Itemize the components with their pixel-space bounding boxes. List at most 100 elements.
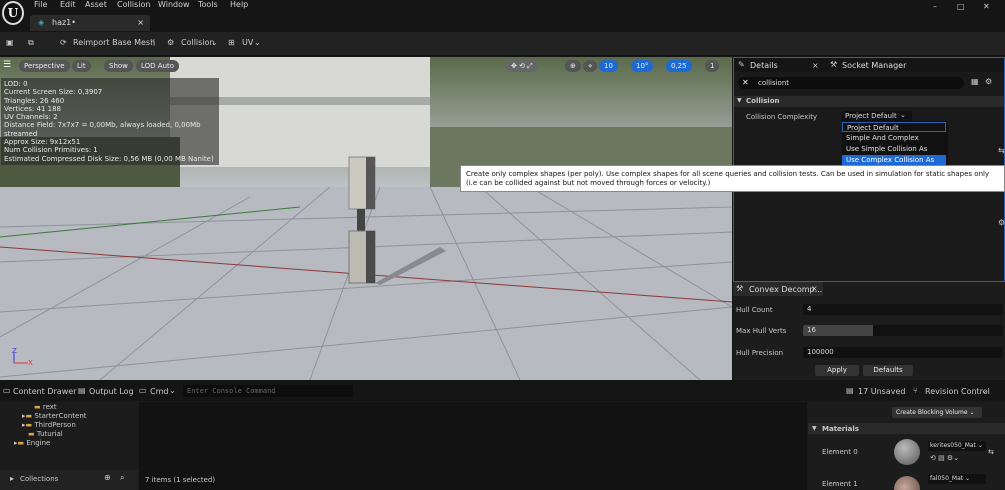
output-log-button[interactable]: Output Log [89, 387, 134, 396]
search-icon[interactable]: ⌕ [120, 473, 124, 483]
option-simple-as-complex[interactable]: Use Simple Collision As Complex [842, 144, 946, 163]
save-icon[interactable]: ▣ [6, 38, 14, 47]
menu-bar: File Edit Asset Collision Window Tools H… [0, 0, 1005, 14]
collections-bar[interactable]: ▸ Collections ⊕ ⌕ [0, 470, 138, 490]
section-title: Collision [746, 97, 780, 105]
max-hull-verts-slider[interactable]: 16 [803, 325, 1003, 336]
stat-line: Current Screen Size: 0,3907 [4, 88, 103, 97]
unsaved-button[interactable]: 17 Unsaved [858, 387, 905, 396]
show-button[interactable]: Show [104, 60, 133, 72]
menu-window[interactable]: Window [158, 0, 190, 9]
clear-search-icon[interactable]: ✕ [742, 78, 749, 87]
details-icon: ✎ [738, 60, 745, 69]
maximize-button[interactable]: □ [957, 2, 965, 11]
chevron-down-icon: ⌄ [211, 38, 218, 47]
settings-gear-icon[interactable]: ⚙ [998, 218, 1005, 227]
settings-gear-icon[interactable]: ⚙ [985, 77, 992, 86]
material-tools-icon[interactable]: ⟲ ▤ ⚙⌄ [930, 454, 959, 462]
details-search-input[interactable]: ✕ collisiont [738, 77, 964, 89]
reimport-button[interactable]: Reimport Base Mesh [73, 38, 155, 47]
material-name: kerites050_Mat [930, 442, 976, 449]
tab-details[interactable]: Details [750, 61, 778, 70]
convex-tab[interactable]: ⚒ Convex Decomp... × [733, 282, 823, 296]
tab-haz1[interactable]: ◈ haz1• × [30, 15, 150, 31]
tree-item-rext[interactable]: ▬ rext [34, 403, 57, 411]
unsaved-icon: ▤ [846, 386, 854, 395]
convex-decomposition-panel: ⚒ Convex Decomp... × Hull Count 4 Max Hu… [733, 282, 1005, 380]
hull-precision-label: Hull Precision [736, 349, 784, 357]
option-simple-and-complex[interactable]: Simple And Complex [842, 133, 946, 143]
stat-line: Num Collision Primitives: 1 [4, 146, 98, 155]
material-1-select[interactable]: fal050_Mat ⌄ [928, 474, 986, 484]
lit-button[interactable]: Lit [72, 60, 91, 72]
stat-line: Vertices: 41 188 [4, 104, 61, 113]
apply-button[interactable]: Apply [815, 365, 859, 376]
menu-help[interactable]: Help [230, 0, 248, 9]
output-log-icon: ▤ [78, 386, 86, 395]
rotation-snap-button[interactable]: 10° [631, 60, 654, 72]
material-thumbnail[interactable] [894, 439, 920, 465]
tree-item-engine[interactable]: ▸▬ Engine [14, 439, 50, 447]
browse-icon[interactable]: ⧉ [28, 38, 34, 48]
materials-title: Materials [822, 425, 859, 433]
stats-overlay: LOD: 0 Current Screen Size: 0,3907 Trian… [1, 78, 219, 165]
tab-socket-manager[interactable]: Socket Manager [842, 61, 906, 70]
table-view-icon[interactable]: ▦ [971, 77, 979, 86]
select-value: Project Default [845, 112, 897, 120]
blocking-label: Create Blocking Volume [896, 409, 968, 416]
hull-count-field[interactable]: 4 [803, 304, 1003, 315]
material-0-select[interactable]: kerites050_Mat ⌄ [928, 441, 986, 451]
tree-label: rext [42, 403, 57, 411]
tab-close-icon[interactable]: × [137, 15, 144, 31]
tab-close-icon[interactable]: × [811, 284, 818, 293]
cmd-button[interactable]: Cmd [150, 387, 168, 396]
socket-icon: ⚒ [830, 60, 838, 69]
minimize-button[interactable]: – [933, 2, 937, 11]
reset-arrow-icon[interactable]: ⇆ [998, 146, 1005, 155]
chevron-down-icon: ⌄ [981, 386, 988, 395]
collision-section-header[interactable]: ▼ Collision [734, 96, 1004, 107]
collision-menu[interactable]: Collision [181, 38, 215, 47]
stat-line: Triangles: 26 460 [4, 96, 65, 105]
surface-snap-icon[interactable]: ⋄ [583, 60, 598, 72]
tree-item-thirdperson[interactable]: ▸▬ ThirdPerson [22, 421, 76, 429]
option-project-default[interactable]: Project Default [842, 122, 946, 132]
camera-speed-button[interactable]: 1 [705, 60, 720, 72]
close-window-button[interactable]: ✕ [983, 2, 990, 11]
viewport[interactable]: ☰ Perspective Lit Show LOD Auto ✥ ⟲ ⤢ ⊕ … [0, 57, 732, 380]
more-icon[interactable]: ⋮ [150, 38, 158, 47]
folder-icon: ▬ [25, 421, 33, 429]
hull-precision-field[interactable]: 100000 [803, 347, 1003, 358]
tree-item-tuturial[interactable]: ▬ Tuturial [28, 430, 63, 438]
tree-item-startercontent[interactable]: ▸▬ StarterContent [22, 412, 87, 420]
option-complex-as-simple[interactable]: Use Complex Collision As Simple [842, 155, 946, 174]
menu-collision[interactable]: Collision [117, 0, 151, 9]
menu-edit[interactable]: Edit [60, 0, 76, 9]
material-thumbnail[interactable] [894, 476, 920, 490]
menu-asset[interactable]: Asset [85, 0, 107, 9]
content-area[interactable]: 7 items (1 selected) [139, 402, 807, 490]
status-bar: ▭ Content Drawer ▤ Output Log ▭ Cmd ⌄ En… [0, 381, 1005, 401]
menu-file[interactable]: File [34, 0, 47, 9]
materials-section-header[interactable]: ▼ Materials [808, 423, 1005, 434]
viewport-menu-icon[interactable]: ☰ [3, 60, 11, 70]
menu-tools[interactable]: Tools [198, 0, 218, 9]
defaults-button[interactable]: Defaults [863, 365, 913, 376]
world-icon[interactable]: ⊕ [565, 60, 581, 72]
uv-menu[interactable]: UV [242, 38, 253, 47]
console-input[interactable]: Enter Console Command [183, 385, 353, 397]
create-blocking-volume-button[interactable]: Create Blocking Volume ⌄ [892, 407, 982, 418]
scale-snap-button[interactable]: 0,25 [666, 60, 692, 72]
chevron-down-icon: ▼ [812, 425, 817, 432]
transform-tools-icon[interactable]: ✥ ⟲ ⤢ [506, 60, 538, 72]
tab-close-icon[interactable]: × [812, 61, 819, 70]
grid-snap-button[interactable]: 10 [599, 60, 618, 72]
perspective-button[interactable]: Perspective [19, 60, 70, 72]
lod-auto-button[interactable]: LOD Auto [136, 60, 180, 72]
content-drawer-button[interactable]: Content Drawer [13, 387, 76, 396]
add-icon[interactable]: ⊕ [104, 473, 111, 482]
reimport-icon: ⟳ [60, 38, 67, 47]
convex-icon: ⚒ [736, 284, 744, 293]
element-0-label: Element 0 [822, 448, 858, 456]
reset-arrow-icon[interactable]: ⇆ [988, 448, 994, 456]
